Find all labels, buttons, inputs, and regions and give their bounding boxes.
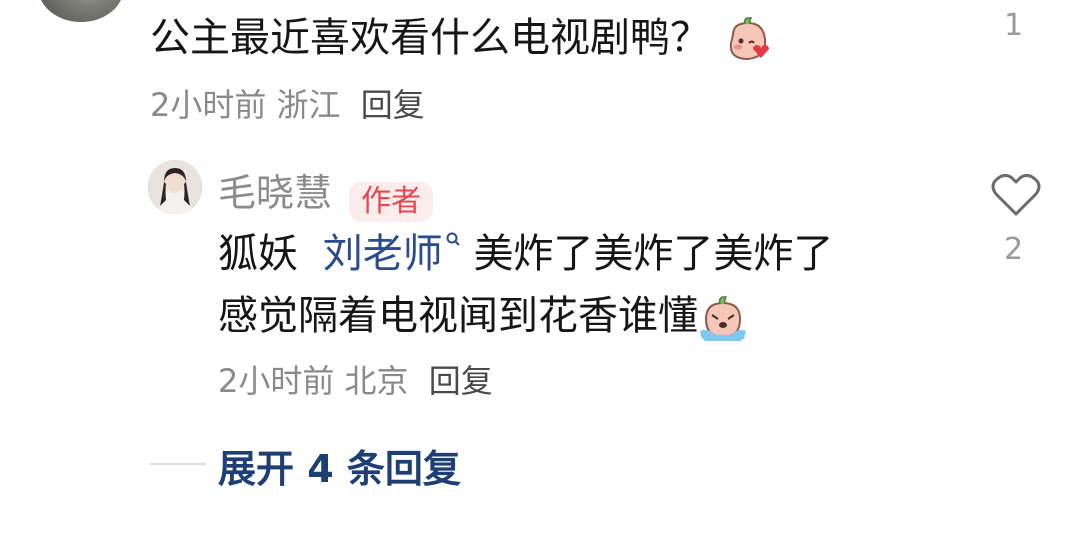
- expand-divider: [150, 463, 206, 465]
- reply-like-count: 2: [1004, 232, 1024, 267]
- reply-text-prefix: 狐妖: [218, 231, 298, 277]
- comment-reply-button[interactable]: 回复: [361, 86, 425, 124]
- reply-text-line2: 感觉隔着电视闻到花香谁懂: [218, 293, 698, 339]
- comment-meta: 2小时前 浙江 回复: [150, 80, 425, 126]
- comment-time: 2小时前: [150, 86, 267, 124]
- heart-outline-icon[interactable]: [990, 172, 1042, 218]
- reply-line-2: 感觉隔着电视闻到花香谁懂: [218, 292, 748, 343]
- search-icon: [446, 232, 460, 246]
- mention-link[interactable]: 刘老师: [323, 231, 461, 277]
- reply-meta: 2小时前 北京 回复: [218, 356, 493, 402]
- reply-time: 2小时前: [218, 362, 335, 400]
- comment-body: 公主最近喜欢看什么电视剧鸭？: [150, 14, 773, 65]
- reply-header: 毛晓慧 作者: [218, 162, 434, 222]
- blush-kiss-emoji-icon: [723, 15, 773, 65]
- reply-reply-button[interactable]: 回复: [429, 362, 493, 400]
- reply-text-suffix: 美炸了美炸了美炸了: [473, 231, 834, 277]
- reply-line-1: 狐妖 刘老师 美炸了美炸了美炸了: [218, 230, 833, 278]
- expand-replies-button[interactable]: 展开 4 条回复: [218, 438, 461, 493]
- commenter-avatar[interactable]: [38, 0, 124, 22]
- reply-avatar[interactable]: [148, 160, 202, 214]
- mention-text: 刘老师: [322, 231, 443, 277]
- author-badge: 作者: [349, 181, 434, 222]
- reply-location: 北京: [344, 362, 409, 400]
- comment-like-count: 1: [1004, 8, 1024, 43]
- crying-emoji-icon: [698, 293, 748, 343]
- comment-location: 浙江: [276, 86, 341, 124]
- reply-username[interactable]: 毛晓慧: [218, 171, 332, 215]
- comment-text: 公主最近喜欢看什么电视剧鸭？: [150, 15, 710, 61]
